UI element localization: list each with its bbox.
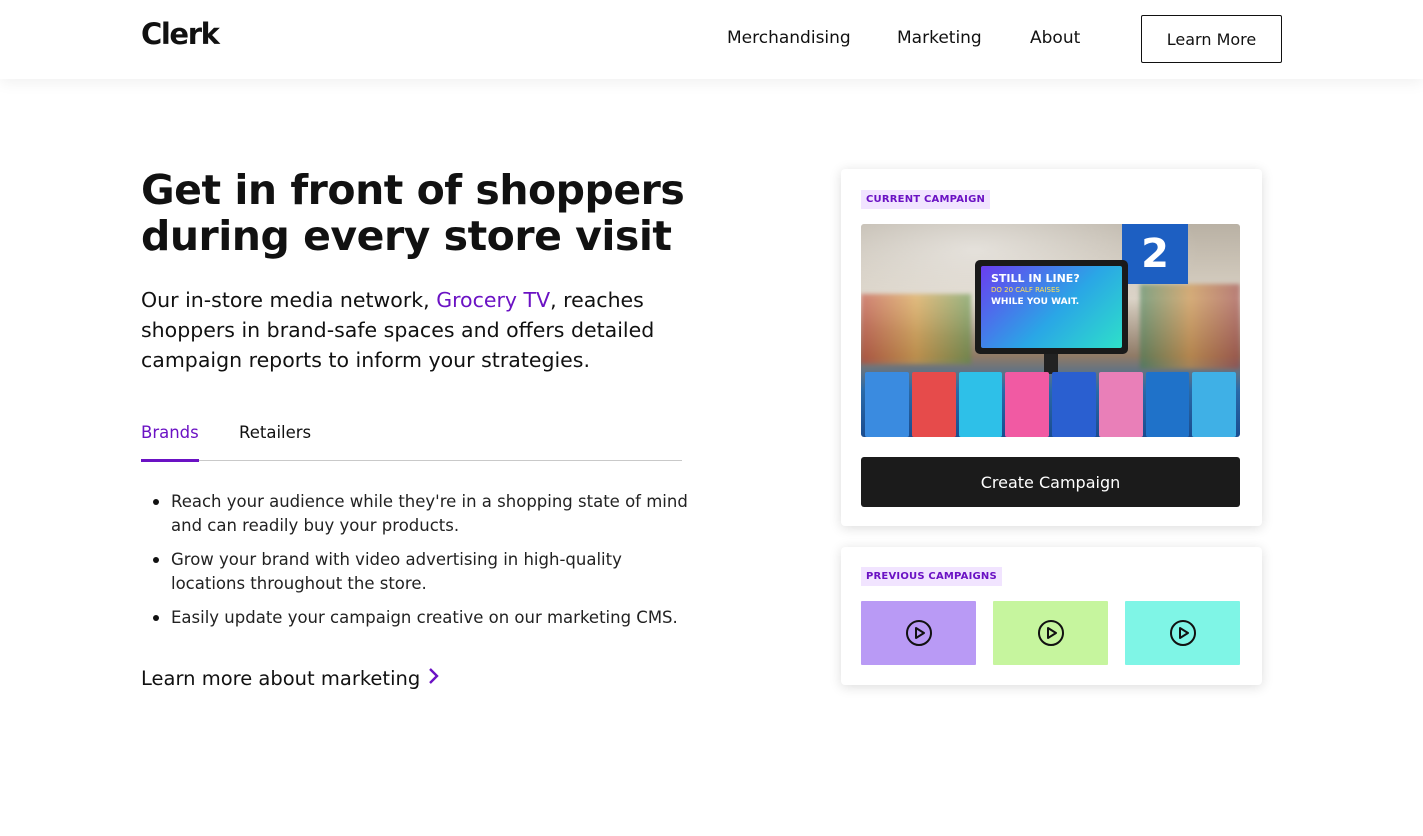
play-circle-icon — [1037, 620, 1064, 646]
learn-more-button[interactable]: Learn More — [1141, 15, 1282, 63]
gum-pack — [1098, 372, 1143, 437]
hero-desc-text-1: Our in-store media network, — [141, 288, 437, 312]
previous-campaigns-card: PREVIOUS CAMPAIGNS — [841, 547, 1262, 685]
chevron-right-icon — [428, 667, 440, 690]
shelf-left — [861, 294, 971, 364]
benefit-list: Reach your audience while they're in a s… — [153, 490, 691, 640]
previous-campaigns-tag: PREVIOUS CAMPAIGNS — [861, 567, 1002, 586]
site-header: Clerk Merchandising Marketing About Lear… — [0, 0, 1423, 79]
monitor-stand — [1044, 354, 1058, 374]
candy-rack — [861, 372, 1240, 437]
hero-title: Get in front of shoppers during every st… — [141, 166, 685, 260]
aisle-sign: 2 — [1122, 224, 1188, 284]
audience-tabs: Brands Retailers — [141, 420, 682, 462]
gum-pack — [1145, 372, 1190, 437]
previous-campaign-thumb[interactable] — [1125, 601, 1240, 665]
gum-pack — [958, 372, 1003, 437]
tab-retailers[interactable]: Retailers — [239, 423, 311, 461]
nav-marketing[interactable]: Marketing — [897, 28, 982, 48]
monitor-screen: STILL IN LINE? DO 20 CALF RAISES WHILE Y… — [981, 266, 1122, 348]
previous-campaign-thumb[interactable] — [861, 601, 976, 665]
gum-pack — [865, 372, 909, 437]
store-screen-image: 2 STILL IN LINE? DO 20 CALF RAISES WHILE… — [861, 224, 1240, 437]
hero-description: Our in-store media network, Grocery TV, … — [141, 285, 701, 375]
current-campaign-card: CURRENT CAMPAIGN 2 STILL IN LINE? DO 20 … — [841, 169, 1262, 526]
gum-pack — [1005, 372, 1049, 437]
play-circle-icon — [905, 620, 932, 646]
shelf-right — [1140, 284, 1240, 369]
benefit-item: Easily update your campaign creative on … — [153, 606, 691, 630]
create-campaign-button[interactable]: Create Campaign — [861, 457, 1240, 507]
benefit-item: Grow your brand with video advertising i… — [153, 548, 691, 596]
gum-pack — [1192, 372, 1236, 437]
clerk-logo[interactable]: Clerk — [141, 17, 220, 51]
gum-pack — [911, 372, 956, 437]
screen-tagline: WHILE YOU WAIT. — [991, 297, 1080, 307]
grocery-tv-link[interactable]: Grocery TV — [436, 288, 550, 312]
learn-more-marketing-label: Learn more about marketing — [141, 667, 421, 690]
play-circle-icon — [1169, 620, 1196, 646]
screen-subline: DO 20 CALF RAISES — [991, 286, 1060, 294]
previous-campaign-thumb[interactable] — [993, 601, 1108, 665]
nav-about[interactable]: About — [1030, 28, 1080, 48]
nav-merchandising[interactable]: Merchandising — [727, 28, 851, 48]
benefit-item: Reach your audience while they're in a s… — [153, 490, 691, 538]
checkout-monitor: STILL IN LINE? DO 20 CALF RAISES WHILE Y… — [975, 260, 1128, 354]
gum-pack — [1052, 372, 1096, 437]
current-campaign-tag: CURRENT CAMPAIGN — [861, 190, 991, 209]
tab-brands[interactable]: Brands — [141, 423, 199, 462]
learn-more-marketing-link[interactable]: Learn more about marketing — [141, 667, 440, 690]
screen-headline: STILL IN LINE? — [991, 272, 1080, 285]
